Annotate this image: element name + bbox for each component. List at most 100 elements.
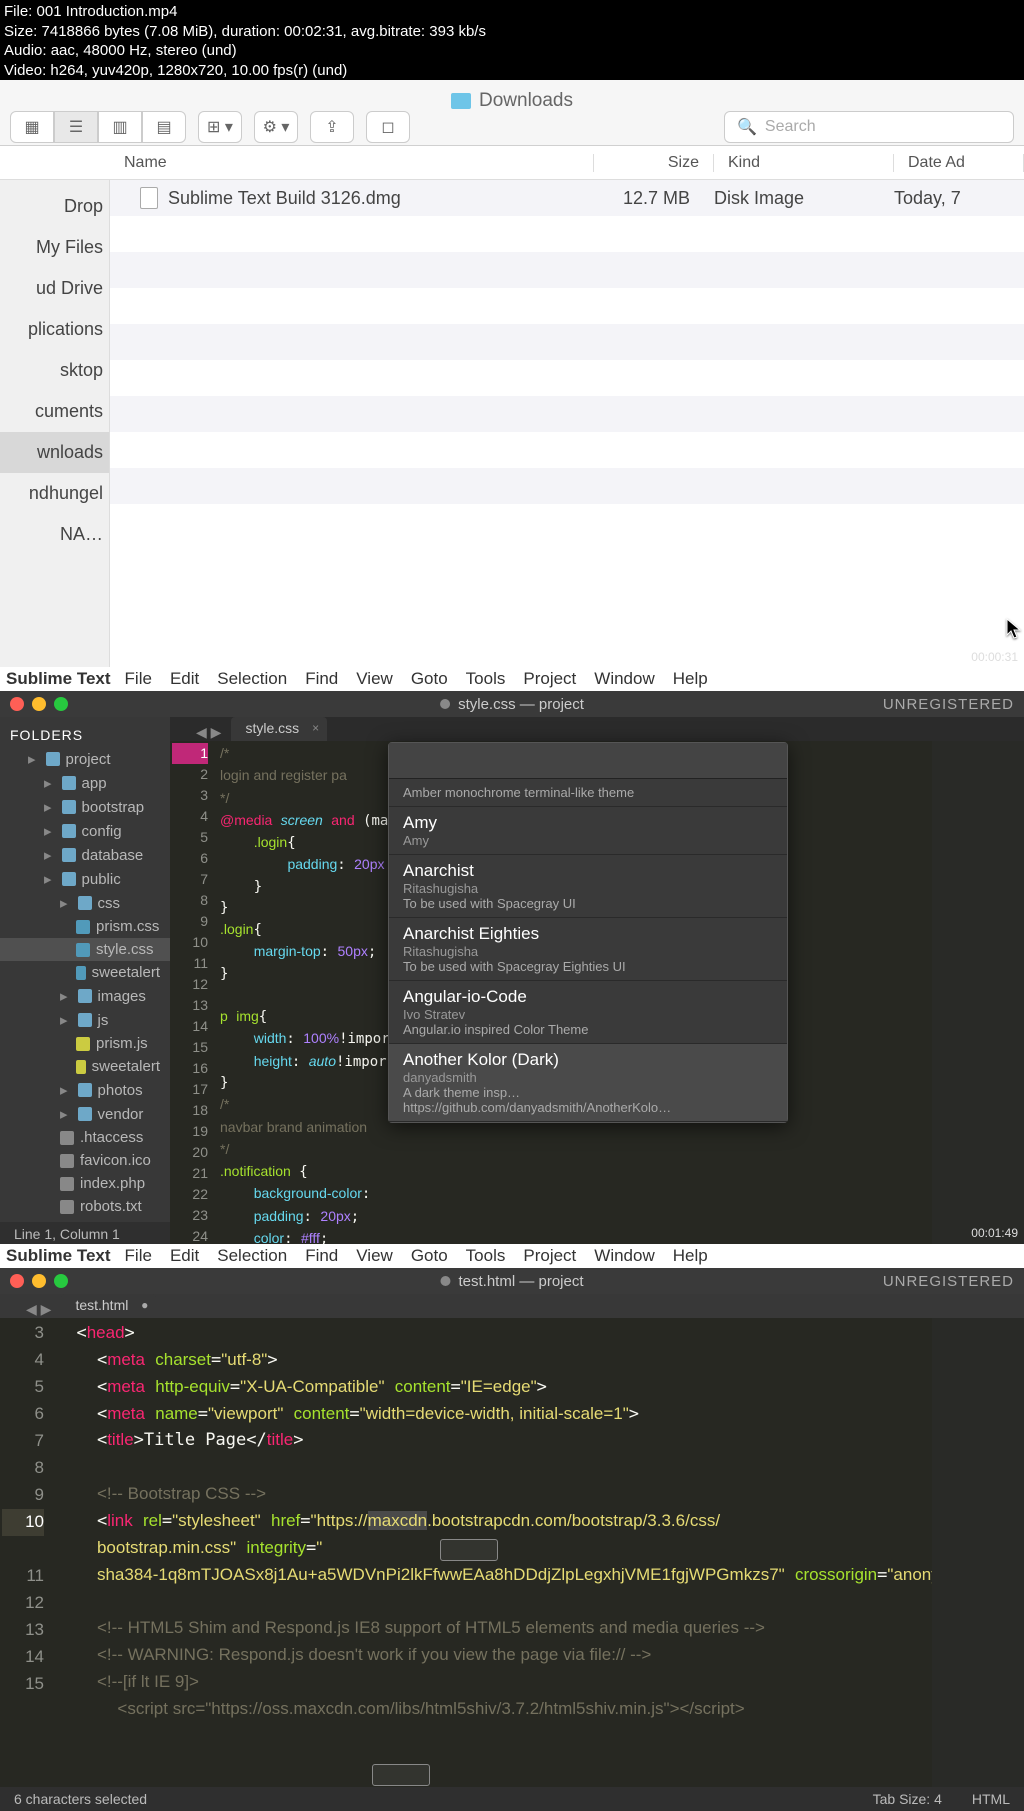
sidebar-item[interactable]: Drop <box>0 186 109 227</box>
find-highlight <box>440 1539 498 1561</box>
menu-find[interactable]: Find <box>305 669 338 689</box>
command-palette[interactable]: Amber monochrome terminal-like theme Amy… <box>388 742 788 1123</box>
menu-tools[interactable]: Tools <box>466 1246 506 1266</box>
palette-input[interactable] <box>389 743 787 779</box>
share-button[interactable]: ⇪ <box>310 111 354 143</box>
tree-item[interactable]: prism.js <box>0 1032 170 1055</box>
menu-edit[interactable]: Edit <box>170 669 199 689</box>
zoom-button[interactable] <box>54 697 68 711</box>
finder-search[interactable]: 🔍 Search <box>724 111 1014 143</box>
tags-button[interactable]: ◻ <box>366 111 410 143</box>
col-size[interactable]: Size <box>594 154 714 172</box>
tree-item[interactable]: sweetalert <box>0 961 170 984</box>
sidebar-item[interactable]: cuments <box>0 391 109 432</box>
menu-view[interactable]: View <box>356 669 393 689</box>
menu-goto[interactable]: Goto <box>411 1246 448 1266</box>
tree-item[interactable]: favicon.ico <box>0 1149 170 1172</box>
menu-file[interactable]: File <box>125 1246 152 1266</box>
tab-test-html[interactable]: test.html● <box>61 1294 156 1318</box>
file-row[interactable]: Sublime Text Build 3126.dmg 12.7 MB Disk… <box>110 180 1024 216</box>
tree-item[interactable]: ▸ js <box>0 1008 170 1032</box>
unregistered-label: UNREGISTERED <box>883 696 1014 713</box>
coverflow-view-button[interactable]: ▤ <box>142 111 186 143</box>
titlebar[interactable]: style.css — project UNREGISTERED <box>0 691 1024 717</box>
finder-title: Downloads <box>451 90 573 112</box>
tree-item[interactable]: ▸ css <box>0 891 170 915</box>
close-icon[interactable]: × <box>312 721 319 735</box>
palette-item[interactable]: AmyAmy <box>389 807 787 855</box>
app-name[interactable]: Sublime Text <box>6 1246 111 1266</box>
palette-item[interactable]: Another Kolor (Dark)danyadsmithA dark th… <box>389 1044 787 1122</box>
palette-item[interactable]: Angular-io-CodeIvo StratevAngular.io ins… <box>389 981 787 1044</box>
menu-view[interactable]: View <box>356 1246 393 1266</box>
menu-window[interactable]: Window <box>594 1246 654 1266</box>
menu-project[interactable]: Project <box>523 1246 576 1266</box>
unregistered-label: UNREGISTERED <box>883 1273 1014 1290</box>
minimap[interactable] <box>932 1318 1024 1787</box>
menu-help[interactable]: Help <box>673 669 708 689</box>
tree-item[interactable]: prism.css <box>0 915 170 938</box>
tree-item[interactable]: robots.txt <box>0 1195 170 1218</box>
tree-item[interactable]: ▸ vendor <box>0 1102 170 1126</box>
sidebar-item[interactable]: ndhungel <box>0 473 109 514</box>
menubar[interactable]: Sublime Text File Edit Selection Find Vi… <box>0 667 1024 691</box>
tree-item[interactable]: ▸ app <box>0 771 170 795</box>
list-view-button[interactable]: ☰ <box>54 111 98 143</box>
tree-item[interactable]: ▸ public <box>0 867 170 891</box>
minimize-button[interactable] <box>32 697 46 711</box>
tab-history-back[interactable]: ◀ ▶ <box>16 1301 61 1318</box>
palette-item[interactable]: Anarchist EightiesRitashugishaTo be used… <box>389 918 787 981</box>
column-view-button[interactable]: ▥ <box>98 111 142 143</box>
close-button[interactable] <box>10 697 24 711</box>
tree-item[interactable]: style.css <box>0 938 170 961</box>
tree-item[interactable]: .htaccess <box>0 1126 170 1149</box>
menu-selection[interactable]: Selection <box>217 669 287 689</box>
tab-style-css[interactable]: style.css× <box>231 717 327 741</box>
menubar[interactable]: Sublime Text File Edit Selection Find Vi… <box>0 1244 1024 1268</box>
close-button[interactable] <box>10 1274 24 1288</box>
zoom-button[interactable] <box>54 1274 68 1288</box>
menu-goto[interactable]: Goto <box>411 669 448 689</box>
folders-heading: FOLDERS <box>0 723 170 747</box>
tree-item[interactable]: sweetalert <box>0 1055 170 1078</box>
line-gutter: 3456789101112131415 <box>0 1318 52 1787</box>
palette-item[interactable]: AnarchistRitashugishaTo be used with Spa… <box>389 855 787 918</box>
arrange-button[interactable]: ⊞ ▾ <box>198 111 242 143</box>
syntax-lang[interactable]: HTML <box>972 1791 1010 1807</box>
menu-tools[interactable]: Tools <box>466 669 506 689</box>
menu-file[interactable]: File <box>125 669 152 689</box>
folder-sidebar[interactable]: FOLDERS ▸ project▸ app▸ bootstrap▸ confi… <box>0 717 170 1222</box>
menu-find[interactable]: Find <box>305 1246 338 1266</box>
menu-project[interactable]: Project <box>523 669 576 689</box>
empty-row <box>110 504 1024 540</box>
col-name[interactable]: Name <box>110 154 594 172</box>
indent-tabsize[interactable]: Tab Size: 4 <box>873 1791 942 1807</box>
find-highlight <box>372 1764 430 1786</box>
code-editor[interactable]: 3456789101112131415 <head> <meta charset… <box>0 1318 1024 1787</box>
sidebar-item[interactable]: My Files <box>0 227 109 268</box>
menu-selection[interactable]: Selection <box>217 1246 287 1266</box>
col-date[interactable]: Date Ad <box>894 154 1024 172</box>
tree-item[interactable]: index.php <box>0 1172 170 1195</box>
menu-edit[interactable]: Edit <box>170 1246 199 1266</box>
tree-item[interactable]: ▸ photos <box>0 1078 170 1102</box>
sidebar-item[interactable]: NA… <box>0 514 109 555</box>
sidebar-item[interactable]: plications <box>0 309 109 350</box>
minimize-button[interactable] <box>32 1274 46 1288</box>
titlebar[interactable]: test.html — project UNREGISTERED <box>0 1268 1024 1294</box>
tab-history-back[interactable]: ◀ ▶ <box>186 724 231 741</box>
tree-item[interactable]: ▸ project <box>0 747 170 771</box>
sidebar-item[interactable]: sktop <box>0 350 109 391</box>
menu-help[interactable]: Help <box>673 1246 708 1266</box>
icon-view-button[interactable]: ▦ <box>10 111 54 143</box>
tree-item[interactable]: ▸ bootstrap <box>0 795 170 819</box>
sidebar-item[interactable]: ud Drive <box>0 268 109 309</box>
menu-window[interactable]: Window <box>594 669 654 689</box>
app-name[interactable]: Sublime Text <box>6 669 111 689</box>
sidebar-item[interactable]: wnloads <box>0 432 109 473</box>
action-button[interactable]: ⚙ ▾ <box>254 111 298 143</box>
col-kind[interactable]: Kind <box>714 154 894 172</box>
tree-item[interactable]: ▸ config <box>0 819 170 843</box>
tree-item[interactable]: ▸ database <box>0 843 170 867</box>
tree-item[interactable]: ▸ images <box>0 984 170 1008</box>
